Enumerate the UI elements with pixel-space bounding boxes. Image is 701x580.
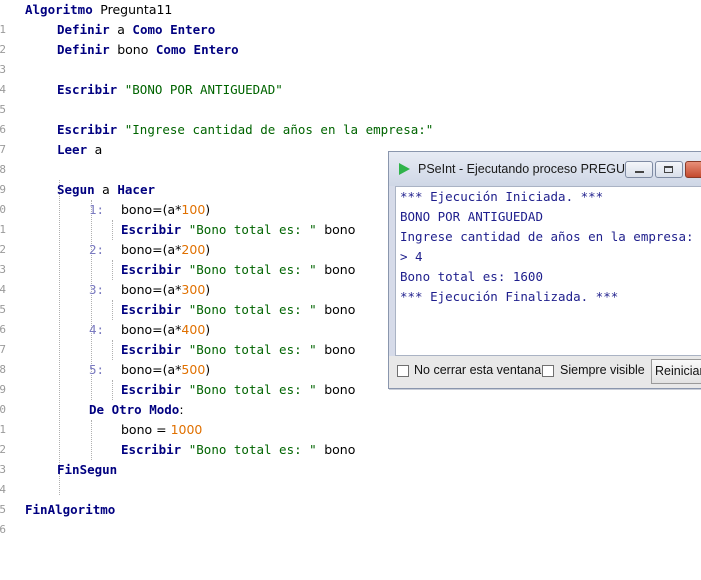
keyword-algoritmo: Algoritmo <box>25 2 93 17</box>
keyword-escribir: Escribir <box>121 222 182 237</box>
no-cerrar-checkbox[interactable] <box>397 365 409 377</box>
variable-a: a <box>117 22 125 37</box>
minimize-icon <box>635 171 644 173</box>
assign-prefix: bono=(a* <box>121 282 182 297</box>
keyword-definir: Definir <box>57 22 110 37</box>
code-line: 3 Escribir "Bono total es: " bono <box>0 440 701 476</box>
line-number: 6 <box>0 523 6 536</box>
assign-prefix: bono=(a* <box>121 322 182 337</box>
pseint-play-icon <box>399 163 410 175</box>
code-line: 2 Definir a Como Entero <box>0 20 701 56</box>
maximize-icon <box>664 166 673 173</box>
case-label: 3: <box>89 282 105 297</box>
code-line: 6 FinAlgoritmo <box>0 500 701 536</box>
keyword-escribir: Escribir <box>121 302 182 317</box>
keyword-de-otro-modo: De Otro Modo <box>89 402 180 417</box>
assign-suffix: ) <box>205 362 211 377</box>
colon: : <box>179 402 184 417</box>
variable-bono: bono <box>117 42 149 57</box>
keyword-como: Como <box>132 22 163 37</box>
keyword-escribir: Escribir <box>57 82 118 97</box>
window-title: PSeInt - Ejecutando proceso PREGU... <box>418 162 636 176</box>
assign-suffix: ) <box>205 242 211 257</box>
keyword-como: Como <box>155 42 187 57</box>
console-line: BONO POR ANTIGUEDAD <box>400 209 543 224</box>
console-output[interactable]: *** Ejecución Iniciada. *** BONO POR ANT… <box>395 186 701 356</box>
window-titlebar[interactable]: PSeInt - Ejecutando proceso PREGU... <box>389 152 701 186</box>
string-literal: "Bono total es: " <box>188 382 317 397</box>
console-line: *** Ejecución Iniciada. *** <box>400 189 604 204</box>
reiniciar-button[interactable]: Reiniciar <box>651 359 701 384</box>
console-line: > 4 <box>400 249 423 264</box>
case-label: 4: <box>89 322 105 337</box>
assign-prefix: bono=(a* <box>121 362 182 377</box>
minimize-button[interactable] <box>625 161 653 178</box>
number-literal: 400 <box>181 322 206 337</box>
algorithm-name: Pregunta11 <box>100 2 173 17</box>
console-line: Ingrese cantidad de años en la empresa: <box>400 229 694 244</box>
string-literal: "Bono total es: " <box>188 262 317 277</box>
keyword-segun: Segun <box>57 182 95 197</box>
case-label: 5: <box>89 362 105 377</box>
siempre-visible-label[interactable]: Siempre visible <box>560 363 645 377</box>
string-literal: "Bono total es: " <box>188 342 317 357</box>
execution-window[interactable]: PSeInt - Ejecutando proceso PREGU... ***… <box>388 151 701 389</box>
number-literal: 200 <box>181 242 206 257</box>
case-label: 2: <box>89 242 105 257</box>
close-button[interactable] <box>685 161 701 178</box>
keyword-entero: Entero <box>170 22 216 37</box>
variable-bono: bono <box>324 442 356 457</box>
string-literal: "Bono total es: " <box>188 222 317 237</box>
keyword-escribir: Escribir <box>121 262 182 277</box>
assign-suffix: ) <box>205 322 211 337</box>
variable-a: a <box>102 182 110 197</box>
keyword-hacer: Hacer <box>117 182 156 197</box>
string-literal: "Bono total es: " <box>188 302 317 317</box>
keyword-escribir: Escribir <box>121 382 182 397</box>
code-line: 5 <box>0 480 701 516</box>
keyword-definir: Definir <box>57 42 110 57</box>
keyword-leer: Leer <box>57 142 88 157</box>
case-label: 1: <box>89 202 105 217</box>
variable-a: a <box>94 142 103 157</box>
number-literal: 100 <box>181 202 206 217</box>
number-literal: 300 <box>181 282 206 297</box>
console-line: *** Ejecución Finalizada. *** <box>400 289 619 304</box>
code-line: 6 <box>0 100 701 136</box>
keyword-escribir: Escribir <box>57 122 118 137</box>
code-line: 5 Escribir "BONO POR ANTIGUEDAD" <box>0 80 701 116</box>
keyword-escribir: Escribir <box>121 342 182 357</box>
string-literal: "Ingrese cantidad de años en la empresa:… <box>124 122 434 137</box>
assign-default-prefix: bono = <box>121 422 171 437</box>
siempre-visible-checkbox[interactable] <box>542 365 554 377</box>
string-literal: "Bono total es: " <box>188 442 317 457</box>
variable-bono: bono <box>324 222 356 237</box>
number-literal: 1000 <box>170 422 203 437</box>
variable-bono: bono <box>324 342 356 357</box>
variable-bono: bono <box>324 262 356 277</box>
code-line: 1 De Otro Modo: <box>0 400 701 436</box>
console-line: Bono total es: 1600 <box>400 269 543 284</box>
code-line: 4 FinSegun <box>0 460 701 496</box>
no-cerrar-label[interactable]: No cerrar esta ventana <box>414 363 541 377</box>
string-literal: "BONO POR ANTIGUEDAD" <box>124 82 283 97</box>
code-line: 7 Escribir "Ingrese cantidad de años en … <box>0 120 701 156</box>
window-bottom-bar: No cerrar esta ventana Siempre visible R… <box>389 356 701 388</box>
code-line: 4 <box>0 60 701 96</box>
keyword-finsegun: FinSegun <box>57 462 118 477</box>
variable-bono: bono <box>324 302 356 317</box>
variable-bono: bono <box>324 382 356 397</box>
code-line: 2 bono = 1000 <box>0 420 701 456</box>
assign-prefix: bono=(a* <box>121 242 182 257</box>
assign-prefix: bono=(a* <box>121 202 182 217</box>
maximize-button[interactable] <box>655 161 683 178</box>
assign-suffix: ) <box>205 202 211 217</box>
number-literal: 500 <box>181 362 206 377</box>
code-line: 3 Definir bono Como Entero <box>0 40 701 76</box>
keyword-escribir: Escribir <box>121 442 182 457</box>
assign-suffix: ) <box>205 282 211 297</box>
code-line: 1 Algoritmo Pregunta11 <box>0 0 701 36</box>
keyword-finalgoritmo: FinAlgoritmo <box>25 502 116 517</box>
keyword-entero: Entero <box>193 42 239 57</box>
